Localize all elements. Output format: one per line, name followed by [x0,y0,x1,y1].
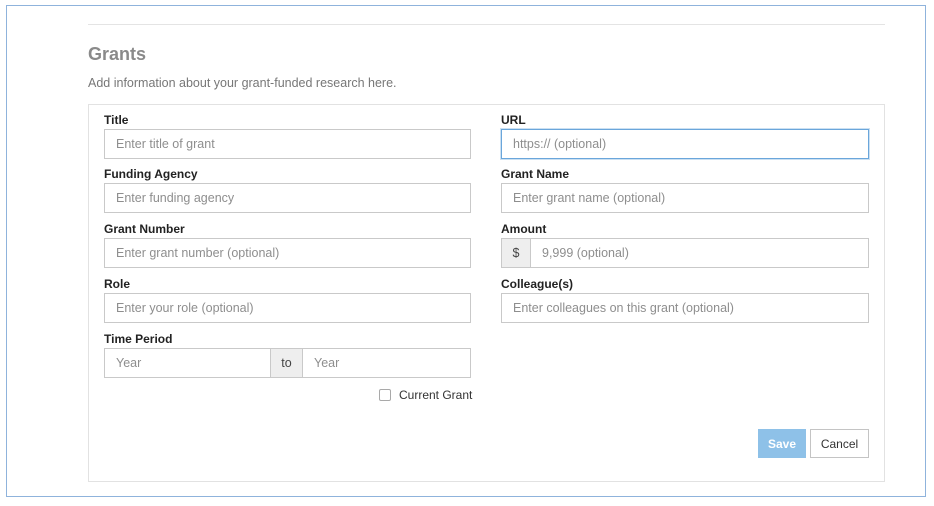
currency-addon: $ [501,238,531,268]
url-label: URL [501,113,526,127]
divider [88,24,885,25]
colleagues-input[interactable] [501,293,869,323]
title-input[interactable] [104,129,471,159]
amount-label: Amount [501,222,547,236]
colleagues-label: Colleague(s) [501,277,574,291]
funding-agency-label: Funding Agency [104,167,198,181]
time-period-separator: to [270,348,303,378]
amount-input[interactable] [530,238,869,268]
title-label: Title [104,113,129,127]
time-period-label: Time Period [104,332,173,346]
current-grant-checkbox[interactable] [379,389,391,401]
grant-number-input[interactable] [104,238,471,268]
end-year-input[interactable] [302,348,471,378]
save-button[interactable]: Save [758,429,806,458]
url-input[interactable] [501,129,869,159]
role-label: Role [104,277,131,291]
grant-name-label: Grant Name [501,167,570,181]
section-title: Grants [88,44,147,64]
cancel-button[interactable]: Cancel [810,429,869,458]
start-year-input[interactable] [104,348,271,378]
funding-agency-input[interactable] [104,183,471,213]
section-description: Add information about your grant-funded … [88,76,397,90]
grant-number-label: Grant Number [104,222,185,236]
current-grant-label: Current Grant [399,388,473,402]
grant-name-input[interactable] [501,183,869,213]
role-input[interactable] [104,293,471,323]
